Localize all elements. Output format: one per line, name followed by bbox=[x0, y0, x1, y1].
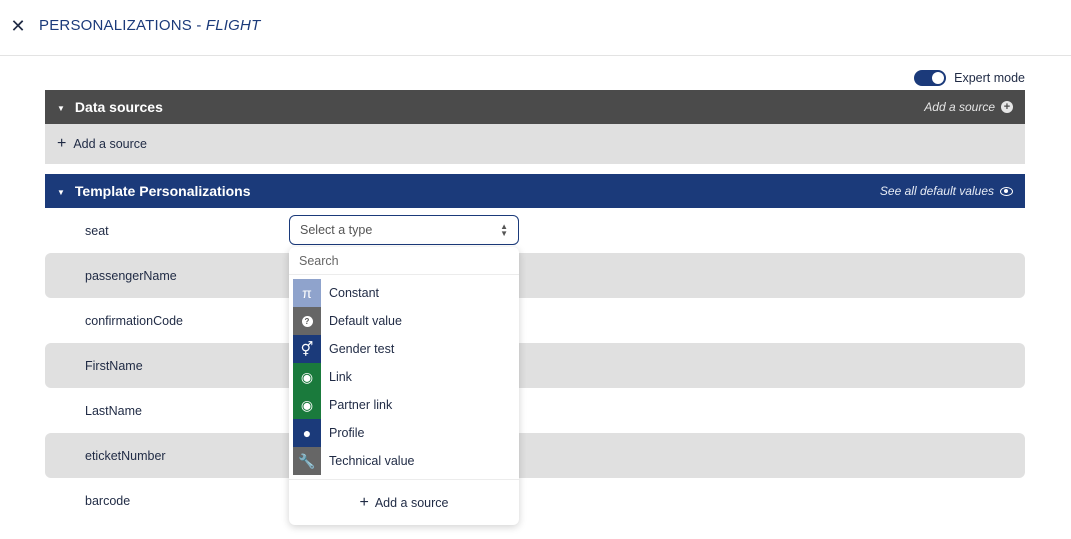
data-sources-title: Data sources bbox=[74, 99, 163, 115]
caret-down-icon[interactable]: ▼ bbox=[57, 188, 65, 197]
dropdown-item[interactable]: ? Default value bbox=[293, 307, 515, 335]
field-name: LastName bbox=[85, 403, 142, 418]
dropdown-search-input[interactable]: Search bbox=[289, 247, 519, 275]
eye-icon bbox=[1000, 186, 1013, 196]
question-icon: ? bbox=[293, 307, 321, 335]
dropdown-item[interactable]: ◉ Link bbox=[293, 363, 515, 391]
toggle-knob bbox=[932, 72, 945, 84]
add-source-label: Add a source bbox=[73, 137, 148, 151]
field-name: passengerName bbox=[85, 268, 177, 283]
select-arrows-icon: ▲ ▼ bbox=[500, 222, 508, 238]
page-title: PERSONALIZATIONS - FLIGHT bbox=[39, 17, 260, 34]
data-sources-header[interactable]: ▼ Data sources Add a source + bbox=[45, 90, 1025, 124]
question-mark: ? bbox=[301, 315, 313, 327]
type-dropdown: Search π Constant? Default value ⚥ Gender te… bbox=[289, 247, 519, 525]
dropdown-item[interactable]: π Constant bbox=[293, 279, 515, 307]
field-name: FirstName bbox=[85, 358, 143, 373]
field-name: confirmationCode bbox=[85, 313, 183, 328]
field-name: barcode bbox=[85, 493, 131, 508]
dropdown-item-label: Constant bbox=[329, 286, 380, 300]
person-icon: ● bbox=[293, 419, 321, 447]
dropdown-list: π Constant? Default value ⚥ Gender test ◉ Link… bbox=[293, 279, 515, 475]
see-default-values-label: See all default values bbox=[879, 184, 994, 198]
dropdown-item-label: Profile bbox=[329, 426, 365, 440]
dropdown-item-label: Partner link bbox=[329, 398, 393, 412]
header-add-source[interactable]: Add a source + bbox=[924, 90, 1013, 124]
template-personalizations-header[interactable]: ▼ Template Personalizations See all defa… bbox=[45, 174, 1025, 208]
dropdown-item-label: Technical value bbox=[329, 454, 415, 468]
top-bar: ✕ PERSONALIZATIONS - FLIGHT bbox=[0, 0, 1071, 56]
dropdown-add-source-button[interactable]: + Add a source bbox=[289, 479, 519, 525]
add-circle-icon: + bbox=[1001, 101, 1013, 113]
field-row: FirstName bbox=[45, 343, 1025, 388]
header-add-source-label: Add a source bbox=[924, 100, 995, 114]
type-select[interactable]: Select a type ▲ ▼ bbox=[289, 215, 519, 245]
field-row: passengerName bbox=[45, 253, 1025, 298]
expert-mode-toggle[interactable] bbox=[914, 70, 947, 86]
dropdown-item[interactable]: ⚥ Gender test bbox=[293, 335, 515, 363]
plus-icon: + bbox=[57, 135, 67, 152]
globe-icon: ◉ bbox=[293, 363, 321, 391]
dropdown-search-placeholder: Search bbox=[299, 253, 339, 268]
field-row: confirmationCode bbox=[45, 298, 1025, 343]
template-title: Template Personalizations bbox=[74, 183, 251, 199]
field-name: eticketNumber bbox=[85, 448, 166, 463]
caret-down-icon[interactable]: ▼ bbox=[57, 104, 65, 113]
pi-icon: π bbox=[293, 279, 321, 307]
field-row: eticketNumber bbox=[45, 433, 1025, 478]
wrench-icon: 🔧 bbox=[293, 447, 321, 475]
dropdown-add-source-label: Add a source bbox=[374, 495, 449, 510]
dropdown-item[interactable]: 🔧 Technical value bbox=[293, 447, 515, 475]
close-icon[interactable]: ✕ bbox=[10, 16, 26, 36]
dropdown-item-label: Default value bbox=[329, 314, 402, 328]
page-title-subtitle: FLIGHT bbox=[205, 17, 261, 34]
expert-mode: Expert mode bbox=[914, 70, 1025, 86]
field-row: LastName bbox=[45, 388, 1025, 433]
see-default-values[interactable]: See all default values bbox=[880, 174, 1013, 208]
dropdown-item[interactable]: ◉ Partner link bbox=[293, 391, 515, 419]
dropdown-item-label: Gender test bbox=[329, 342, 395, 356]
dropdown-item-label: Link bbox=[329, 370, 352, 384]
field-name: seat bbox=[85, 223, 109, 238]
globe-icon: ◉ bbox=[293, 391, 321, 419]
dropdown-item[interactable]: ● Profile bbox=[293, 419, 515, 447]
add-source-button[interactable]: + Add a source bbox=[45, 124, 1025, 164]
type-select-placeholder: Select a type bbox=[300, 223, 373, 237]
field-row: barcode bbox=[45, 478, 1025, 523]
expert-mode-label: Expert mode bbox=[954, 71, 1025, 85]
field-row: seat bbox=[45, 208, 1025, 253]
page-title-main: PERSONALIZATIONS - bbox=[39, 17, 206, 34]
plus-icon: + bbox=[359, 493, 369, 511]
gender-icon: ⚥ bbox=[293, 335, 321, 363]
